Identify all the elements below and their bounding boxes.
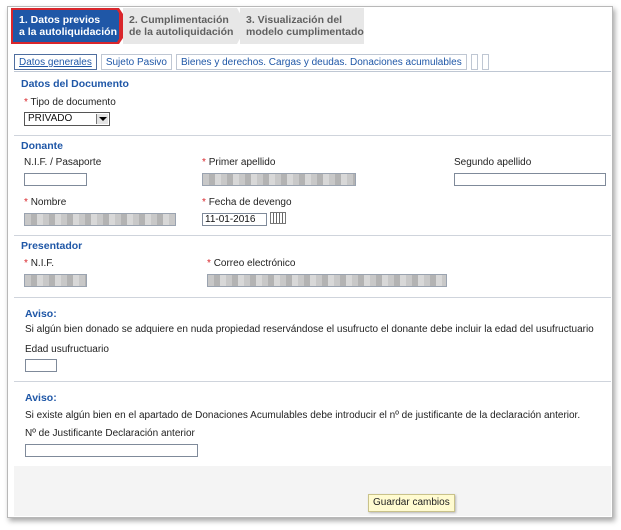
segundo-apellido-input[interactable]: [454, 173, 606, 186]
aviso-2-text: Si existe algún bien en el apartado de D…: [25, 410, 581, 421]
tab-bar: Datos generales Sujeto Pasivo Bienes y d…: [14, 54, 489, 72]
step-cumplimentacion[interactable]: 2. Cumplimentación de la autoliquidación: [123, 8, 237, 44]
fecha-devengo-label: * Fecha de devengo: [202, 197, 292, 208]
aviso-1-title: Aviso:: [25, 308, 57, 320]
section-documento: Datos del Documento * Tipo de documento …: [14, 72, 611, 136]
wizard-steps: 1. Datos previos a la autoliquidación 2.…: [7, 8, 611, 46]
nombre-input[interactable]: [24, 213, 176, 226]
nif-presentador-input[interactable]: [24, 274, 87, 287]
section-title-documento: Datos del Documento: [21, 78, 129, 90]
section-title-presentador: Presentador: [21, 240, 83, 252]
tipo-documento-select[interactable]: PRIVADO: [24, 112, 110, 126]
edad-usufructuario-input[interactable]: [25, 359, 57, 372]
nif-pasaporte-label: N.I.F. / Pasaporte: [24, 157, 102, 168]
aviso-2-title: Aviso:: [25, 392, 57, 404]
section-presentador: Presentador * N.I.F. * Correo electrónic…: [14, 236, 611, 298]
primer-apellido-input[interactable]: [202, 173, 356, 186]
footer-area: [14, 466, 611, 516]
nif-pasaporte-input[interactable]: [24, 173, 87, 186]
edad-usufructuario-label: Edad usufructuario: [25, 344, 109, 355]
nombre-label: * Nombre: [24, 197, 67, 208]
section-aviso-justificante: Aviso: Si existe algún bien en el aparta…: [14, 382, 611, 466]
correo-label: * Correo electrónico: [207, 258, 296, 269]
fecha-devengo-input[interactable]: 11-01-2016: [202, 213, 267, 226]
tab-datos-generales[interactable]: Datos generales: [14, 54, 97, 70]
justificante-label: Nº de Justificante Declaración anterior: [25, 428, 195, 439]
section-aviso-usufructo: Aviso: Si algún bien donado se adquiere …: [14, 298, 611, 382]
step-visualizacion[interactable]: 3. Visualización del modelo cumplimentad…: [240, 8, 364, 44]
justificante-input[interactable]: [25, 444, 198, 457]
section-donante: Donante N.I.F. / Pasaporte * Primer apel…: [14, 136, 611, 236]
tab-bienes-derechos[interactable]: Bienes y derechos. Cargas y deudas. Dona…: [175, 54, 467, 70]
tipo-documento-label: * Tipo de documento: [24, 97, 116, 108]
tab-sujeto-pasivo[interactable]: Sujeto Pasivo: [100, 54, 172, 70]
step-3-line2: modelo cumplimentado: [246, 26, 364, 38]
save-button[interactable]: Guardar cambios: [368, 494, 455, 512]
correo-input[interactable]: [207, 274, 447, 287]
section-title-donante: Donante: [21, 140, 63, 152]
step-3-line1: 3. Visualización del: [246, 14, 343, 26]
step-1-line2: a la autoliquidación: [19, 26, 118, 38]
step-2-line2: de la autoliquidación: [129, 26, 234, 38]
primer-apellido-label: * Primer apellido: [202, 157, 276, 168]
step-2-line1: 2. Cumplimentación: [129, 14, 229, 26]
tipo-documento-value: PRIVADO: [28, 113, 73, 124]
tab-empty-1[interactable]: [470, 54, 478, 70]
step-1-line1: 1. Datos previos: [19, 14, 101, 26]
step-datos-previos[interactable]: 1. Datos previos a la autoliquidación: [11, 8, 131, 44]
aviso-1-text: Si algún bien donado se adquiere en nuda…: [25, 324, 594, 335]
segundo-apellido-label: Segundo apellido: [454, 157, 532, 168]
chevron-down-icon[interactable]: [96, 114, 108, 124]
tab-empty-2[interactable]: [481, 54, 489, 70]
calendar-icon[interactable]: [270, 212, 286, 224]
nif-label: * N.I.F.: [24, 258, 55, 269]
